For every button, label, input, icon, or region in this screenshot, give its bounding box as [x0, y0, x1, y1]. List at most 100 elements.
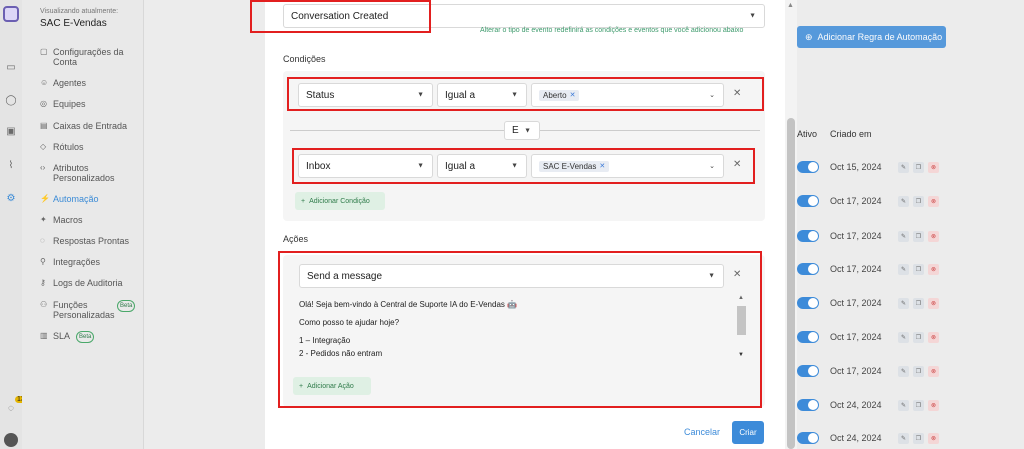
sidebar-item-custom-roles[interactable]: ⚇ Funções Personalizadas Beta: [40, 300, 150, 320]
sidebar-item-label: Equipes: [53, 99, 86, 109]
account-name[interactable]: SAC E-Vendas: [40, 18, 107, 29]
sidebar-item-agents[interactable]: ☺ Agentes: [40, 78, 86, 88]
plus-icon: +: [301, 197, 306, 205]
delete-icon[interactable]: ⊗: [928, 161, 939, 173]
sidebar-item-label: Respostas Prontas: [53, 236, 130, 246]
clone-icon[interactable]: ❐: [913, 297, 924, 309]
icon-rail: ▭ ◯ ▣ ⌇ ⚙ ◌ 13: [0, 0, 27, 449]
edit-icon[interactable]: ✎: [898, 331, 909, 343]
highlight-box: [287, 77, 764, 111]
delete-icon[interactable]: ⊗: [928, 263, 939, 275]
edit-icon[interactable]: ✎: [898, 399, 909, 411]
active-toggle[interactable]: [797, 365, 819, 377]
clone-icon[interactable]: ❐: [913, 161, 924, 173]
active-toggle[interactable]: [797, 195, 819, 207]
edit-icon[interactable]: ✎: [898, 230, 909, 242]
sidebar-item-account-settings[interactable]: ▢ Configurações da Conta: [40, 47, 140, 67]
active-toggle[interactable]: [797, 331, 819, 343]
sidebar-item-sla[interactable]: ▥ SLA Beta: [40, 331, 95, 343]
delete-icon[interactable]: ⊗: [928, 230, 939, 242]
sla-icon: ▥: [40, 331, 48, 340]
delete-icon[interactable]: ⊗: [928, 432, 939, 444]
plus-circle-icon: ⊕: [805, 31, 813, 42]
account-label: Visualizando atualmente:: [40, 8, 119, 15]
active-toggle[interactable]: [797, 161, 819, 173]
sidebar-item-label: Atributos Personalizados: [53, 163, 115, 183]
highlight-box: [278, 251, 762, 408]
settings-icon[interactable]: ⚙: [4, 191, 18, 205]
actions-heading: Ações: [283, 234, 309, 244]
join-operator-value: E: [512, 125, 519, 136]
table-row: Oct 17, 2024 ✎ ❐ ⊗: [797, 327, 947, 347]
user-avatar[interactable]: [4, 433, 18, 447]
sidebar-item-label: Automação: [53, 194, 99, 204]
table-row: Oct 17, 2024 ✎ ❐ ⊗: [797, 191, 947, 211]
table-row: Oct 15, 2024 ✎ ❐ ⊗: [797, 157, 947, 177]
table-row: Oct 24, 2024 ✎ ❐ ⊗: [797, 428, 947, 448]
created-date: Oct 15, 2024: [830, 162, 882, 172]
edit-icon[interactable]: ✎: [898, 432, 909, 444]
clone-icon[interactable]: ❐: [913, 195, 924, 207]
delete-icon[interactable]: ⊗: [928, 195, 939, 207]
sidebar-item-inboxes[interactable]: ▤ Caixas de Entrada: [40, 121, 127, 131]
chevron-down-icon: ▼: [524, 127, 531, 134]
contacts-icon[interactable]: ▣: [4, 124, 18, 138]
scroll-up-arrow-icon[interactable]: ▲: [787, 2, 794, 9]
create-button[interactable]: Criar: [732, 421, 764, 444]
sidebar-item-label: SLA: [53, 331, 71, 341]
chat-icon: ◌: [40, 236, 45, 245]
sidebar-item-label: Caixas de Entrada: [53, 121, 128, 131]
sidebar-item-audit-logs[interactable]: ⚷ Logs de Auditoria: [40, 278, 123, 288]
clone-icon[interactable]: ❐: [913, 230, 924, 242]
active-toggle[interactable]: [797, 297, 819, 309]
sidebar-item-automation[interactable]: ⚡ Automação: [40, 194, 99, 204]
sidebar-item-label: Agentes: [53, 78, 87, 88]
sidebar-item-teams[interactable]: ◎ Equipes: [40, 99, 86, 109]
active-toggle[interactable]: [797, 399, 819, 411]
sidebar-item-canned-responses[interactable]: ◌ Respostas Prontas: [40, 236, 129, 246]
delete-icon[interactable]: ⊗: [928, 297, 939, 309]
edit-icon[interactable]: ✎: [898, 195, 909, 207]
sidebar-item-macros[interactable]: ✦ Macros: [40, 215, 83, 225]
chevron-down-icon: ▼: [749, 12, 756, 20]
delete-icon[interactable]: ⊗: [928, 365, 939, 377]
join-operator-select[interactable]: E ▼: [504, 121, 540, 140]
inbox-icon[interactable]: ▭: [4, 60, 18, 74]
add-automation-rule-button[interactable]: ⊕ Adicionar Regra de Automação: [797, 26, 946, 48]
created-date: Oct 17, 2024: [830, 298, 882, 308]
edit-icon[interactable]: ✎: [898, 161, 909, 173]
table-row: Oct 17, 2024 ✎ ❐ ⊗: [797, 259, 947, 279]
edit-icon[interactable]: ✎: [898, 263, 909, 275]
cancel-button[interactable]: Cancelar: [684, 427, 720, 437]
edit-icon[interactable]: ✎: [898, 365, 909, 377]
clone-icon[interactable]: ❐: [913, 365, 924, 377]
active-toggle[interactable]: [797, 230, 819, 242]
conversations-icon[interactable]: ◯: [4, 93, 18, 107]
beta-badge: Beta: [117, 300, 136, 312]
sidebar-item-label: Configurações da Conta: [53, 47, 124, 67]
add-condition-label: Adicionar Condição: [309, 197, 370, 205]
sidebar-item-integrations[interactable]: ⚲ Integrações: [40, 257, 100, 267]
created-date: Oct 24, 2024: [830, 433, 882, 443]
delete-icon[interactable]: ⊗: [928, 331, 939, 343]
clone-icon[interactable]: ❐: [913, 331, 924, 343]
highlight-box: [292, 148, 755, 184]
sidebar-item-custom-attributes[interactable]: ‹› Atributos Personalizados: [40, 163, 140, 183]
active-toggle[interactable]: [797, 432, 819, 444]
delete-icon[interactable]: ⊗: [928, 399, 939, 411]
conditions-heading: Condições: [283, 54, 326, 64]
app-logo[interactable]: [3, 6, 19, 22]
people-icon: ☺: [40, 78, 49, 87]
clone-icon[interactable]: ❐: [913, 263, 924, 275]
sidebar-item-labels[interactable]: ◇ Rótulos: [40, 142, 84, 152]
column-header-active: Ativo: [797, 129, 818, 139]
active-toggle[interactable]: [797, 263, 819, 275]
clone-icon[interactable]: ❐: [913, 399, 924, 411]
clone-icon[interactable]: ❐: [913, 432, 924, 444]
modal-scrollbar-thumb[interactable]: [787, 118, 795, 449]
reports-icon[interactable]: ⌇: [4, 158, 18, 172]
add-condition-button[interactable]: + Adicionar Condição: [295, 192, 385, 210]
notifications-icon[interactable]: ◌: [4, 401, 18, 415]
team-icon: ◎: [40, 99, 47, 108]
edit-icon[interactable]: ✎: [898, 297, 909, 309]
